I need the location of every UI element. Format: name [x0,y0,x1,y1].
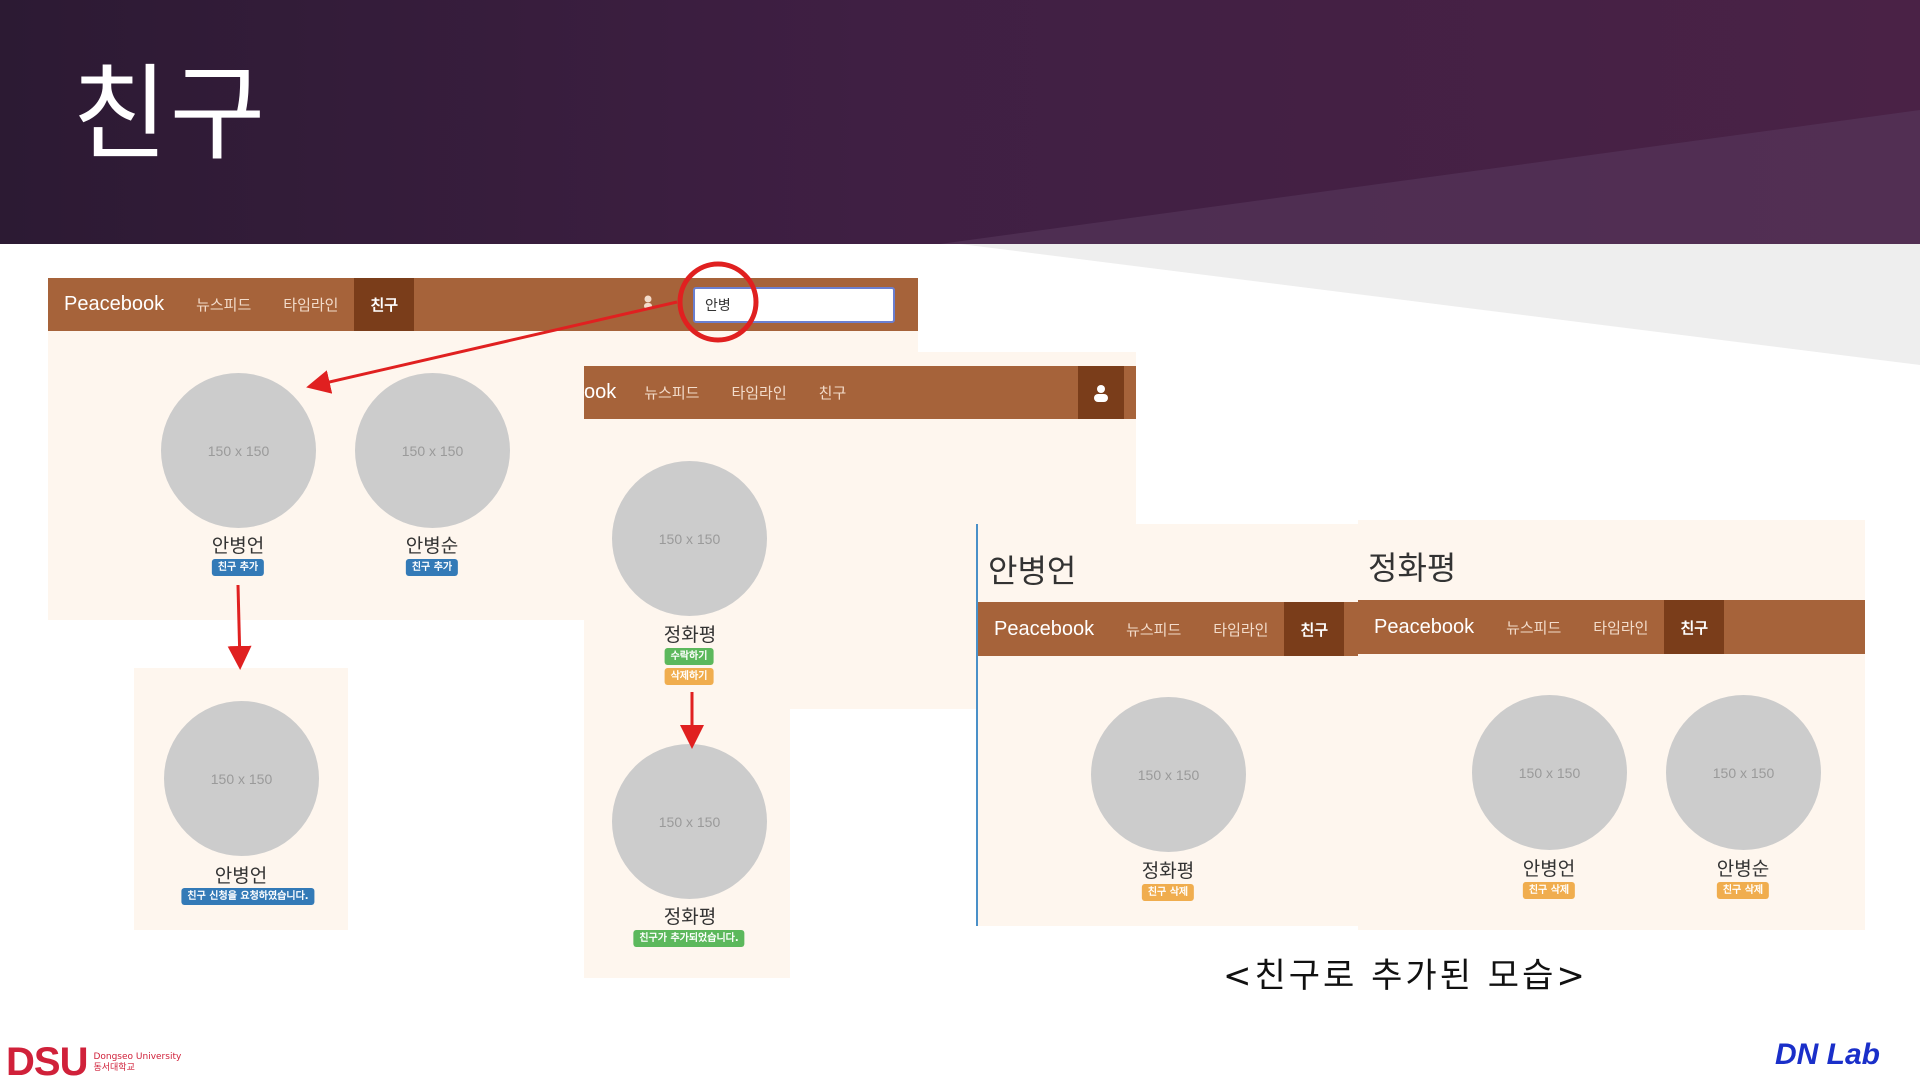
caption: <친구로 추가된 모습> [1223,956,1588,996]
lab-name: DN Lab [1775,1038,1880,1071]
annotation-overlay [227,261,759,749]
university-logo: DSU Dongseo University 동서대학교 [6,1040,181,1085]
arrow-search-to-results [306,300,678,394]
search-highlight-circle [677,261,759,343]
arrow-add-to-requested [227,584,252,670]
logo-korean: 동서대학교 [93,1062,135,1073]
logo-english: Dongseo University [93,1051,182,1062]
dsu-mark: DSU [6,1040,88,1084]
